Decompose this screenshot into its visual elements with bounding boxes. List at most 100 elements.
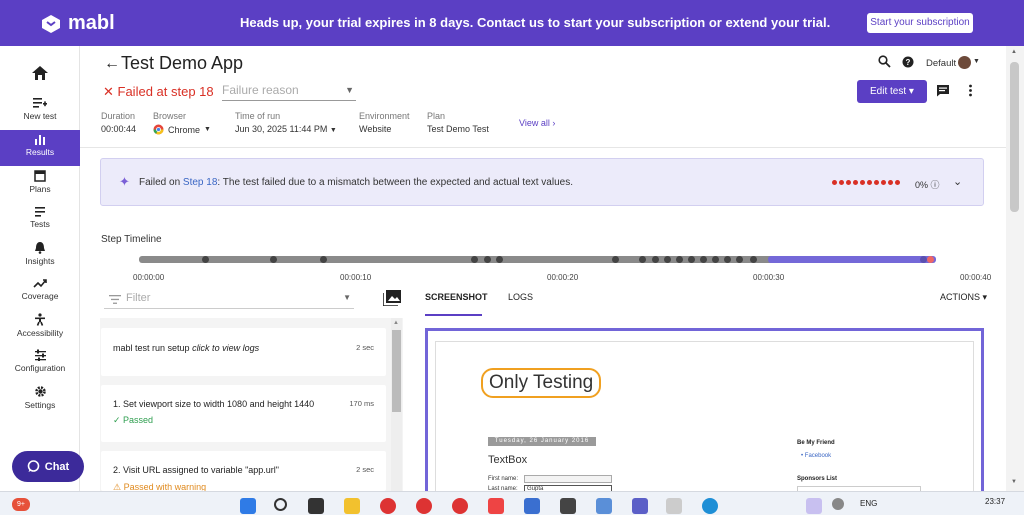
- help-icon[interactable]: ?: [902, 56, 914, 68]
- chrome-icon[interactable]: [452, 498, 468, 514]
- sidebar-item-insights[interactable]: Insights: [0, 238, 80, 272]
- image-icon[interactable]: [383, 290, 401, 306]
- timeline-step-dot[interactable]: [320, 256, 327, 263]
- actions-menu[interactable]: ACTIONS ▾: [940, 292, 987, 303]
- list-item[interactable]: 2. Visit URL assigned to variable "app.u…: [101, 451, 386, 492]
- chat-button[interactable]: Chat: [12, 451, 84, 482]
- app-icon[interactable]: [666, 498, 682, 514]
- back-arrow-icon[interactable]: ←: [104, 55, 120, 73]
- list-item[interactable]: mabl test run setup click to view logs 2…: [101, 328, 386, 376]
- windows-start-icon[interactable]: [240, 498, 256, 514]
- tab-logs[interactable]: LOGS: [508, 292, 533, 302]
- teams-icon[interactable]: [632, 498, 648, 514]
- sidebar-item-tests[interactable]: Tests: [0, 202, 80, 236]
- weather-icon[interactable]: [832, 498, 844, 510]
- sidebar-item-home[interactable]: [0, 62, 80, 96]
- timeline-step-dot[interactable]: [688, 256, 695, 263]
- tab-screenshot[interactable]: SCREENSHOT: [425, 292, 488, 302]
- page-scrollbar[interactable]: ▲ ▼: [1006, 46, 1024, 491]
- chevron-down-icon[interactable]: ⌄: [953, 175, 962, 188]
- timeline-step-dot[interactable]: [736, 256, 743, 263]
- sidebar-item-coverage[interactable]: Coverage: [0, 274, 80, 308]
- calendar-app-icon[interactable]: [596, 498, 612, 514]
- failed-status-text: Failed at step 18: [117, 84, 214, 99]
- app-icon[interactable]: [560, 498, 576, 514]
- info-icon[interactable]: ⓘ: [931, 180, 940, 190]
- scrollbar-thumb[interactable]: [392, 330, 401, 412]
- sidebar-item-settings[interactable]: Settings: [0, 382, 80, 416]
- time-of-run-select[interactable]: Jun 30, 2025 11:44 PM ▼: [235, 124, 337, 134]
- scroll-up-icon[interactable]: ▲: [393, 320, 399, 326]
- scroll-up-icon[interactable]: ▲: [1011, 49, 1017, 55]
- task-view-icon[interactable]: [308, 498, 324, 514]
- search-icon[interactable]: [878, 55, 891, 68]
- timeline-step-dot[interactable]: [202, 256, 209, 263]
- step-duration: 2 sec: [356, 343, 374, 352]
- failure-summary-text: Failed on Step 18: The test failed due t…: [139, 177, 573, 188]
- timeline-step-dot[interactable]: [484, 256, 491, 263]
- step-list-scrollbar[interactable]: ▲: [391, 318, 402, 491]
- sidebar-item-new-test[interactable]: New test: [0, 94, 80, 128]
- timeline-track-failed[interactable]: [768, 256, 936, 263]
- browser-select[interactable]: Chrome ▼: [153, 124, 211, 135]
- app-icon[interactable]: [488, 498, 504, 514]
- workspace-selector[interactable]: Default: [926, 58, 956, 69]
- timeline-step-dot[interactable]: [712, 256, 719, 263]
- timeline-step-dot[interactable]: [496, 256, 503, 263]
- avatar[interactable]: [958, 56, 971, 69]
- view-all-link[interactable]: View all ›: [519, 118, 555, 128]
- clock[interactable]: 23:37: [985, 497, 1005, 506]
- chrome-icon[interactable]: [380, 498, 396, 514]
- filter-icon: [109, 295, 121, 304]
- plan-value[interactable]: Test Demo Test: [427, 124, 489, 134]
- timeline-step-dot[interactable]: [270, 256, 277, 263]
- timeline-step-dot[interactable]: [724, 256, 731, 263]
- start-subscription-button[interactable]: Start your subscription: [867, 13, 973, 33]
- timeline-step-dot[interactable]: [750, 256, 757, 263]
- timeline-step-dot[interactable]: [652, 256, 659, 263]
- failure-message: : The test failed due to a mismatch betw…: [217, 177, 573, 188]
- app-icon[interactable]: [806, 498, 822, 514]
- click-to-view-logs[interactable]: click to view logs: [192, 343, 259, 353]
- step-link[interactable]: Step 18: [183, 177, 217, 188]
- add-list-icon: [33, 98, 47, 108]
- timeline-step-dot[interactable]: [612, 256, 619, 263]
- chevron-down-icon[interactable]: ▼: [973, 58, 980, 65]
- timeline-step-dot[interactable]: [639, 256, 646, 263]
- timeline-failed-dot[interactable]: [927, 256, 934, 263]
- trial-banner: mabl Heads up, your trial expires in 8 d…: [0, 0, 1024, 46]
- step-duration: 2 sec: [356, 465, 374, 474]
- scroll-down-icon[interactable]: ▼: [1011, 479, 1017, 485]
- edit-test-button[interactable]: Edit test ▾: [857, 80, 927, 103]
- comment-icon[interactable]: [936, 84, 950, 97]
- sidebar-item-results[interactable]: Results: [0, 130, 80, 166]
- timeline-step-dot[interactable]: [471, 256, 478, 263]
- duration-label: Duration: [101, 111, 136, 121]
- sidebar-item-accessibility[interactable]: Accessibility: [0, 310, 80, 344]
- chevron-down-icon: ▼: [345, 85, 354, 95]
- os-taskbar: 9+ ENG 23:37: [0, 491, 1024, 515]
- sidebar-item-configuration[interactable]: Configuration: [0, 346, 80, 380]
- filter-input[interactable]: Filter ▼: [104, 289, 354, 309]
- sidebar-item-label: Results: [25, 147, 55, 157]
- list-item[interactable]: 1. Set viewport size to width 1080 and h…: [101, 385, 386, 442]
- timeline-step-dot[interactable]: [700, 256, 707, 263]
- more-options-icon[interactable]: [968, 84, 973, 97]
- scrollbar-thumb[interactable]: [1010, 62, 1019, 212]
- sparkle-icon: ✦: [119, 174, 130, 189]
- mabl-logo[interactable]: mabl: [40, 12, 115, 35]
- failure-summary-callout: ✦ Failed on Step 18: The test failed due…: [100, 158, 984, 206]
- sidebar-item-plans[interactable]: Plans: [0, 166, 80, 200]
- gear-icon: [34, 386, 46, 397]
- app-icon[interactable]: [524, 498, 540, 514]
- language-indicator[interactable]: ENG: [860, 499, 877, 508]
- timeline-step-dot[interactable]: [676, 256, 683, 263]
- search-icon[interactable]: [274, 498, 287, 511]
- edge-icon[interactable]: [702, 498, 718, 514]
- file-explorer-icon[interactable]: [344, 498, 360, 514]
- notification-badge[interactable]: 9+: [12, 498, 30, 511]
- chrome-icon[interactable]: [416, 498, 432, 514]
- timeline-step-dot[interactable]: [920, 256, 927, 263]
- timeline-step-dot[interactable]: [664, 256, 671, 263]
- failure-reason-select[interactable]: Failure reason ▼: [222, 83, 356, 101]
